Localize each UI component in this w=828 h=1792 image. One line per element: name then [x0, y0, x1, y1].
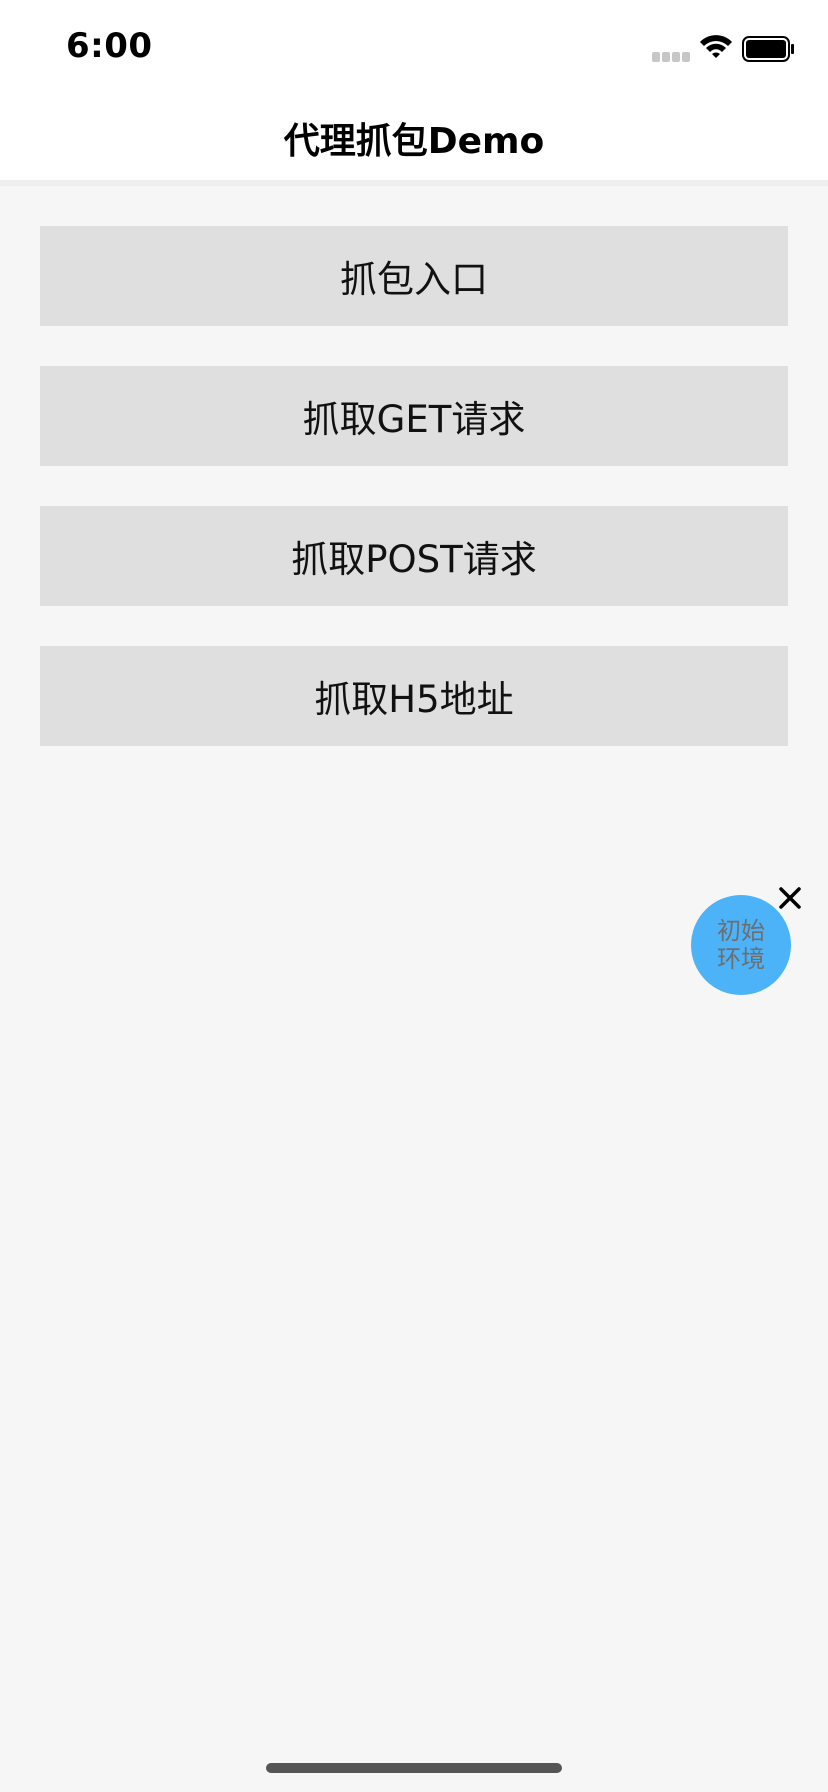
- capture-post-request-button[interactable]: 抓取POST请求: [40, 506, 788, 606]
- capture-get-request-button[interactable]: 抓取GET请求: [40, 366, 788, 466]
- wifi-icon: [700, 35, 732, 58]
- capture-h5-label: 抓取H5地址: [314, 678, 514, 721]
- capture-get-label: 抓取GET请求: [302, 398, 526, 441]
- header-divider: [0, 180, 828, 186]
- close-icon[interactable]: [775, 883, 805, 913]
- status-time: 6:00: [66, 26, 153, 66]
- page-title: 代理抓包Demo: [283, 121, 545, 162]
- capture-h5-url-button[interactable]: 抓取H5地址: [40, 646, 788, 746]
- home-indicator[interactable]: [266, 1763, 562, 1773]
- capture-entry-button[interactable]: 抓包入口: [40, 226, 788, 326]
- capture-entry-label: 抓包入口: [340, 258, 488, 301]
- cellular-signal-icon: [652, 52, 692, 62]
- capture-post-label: 抓取POST请求: [291, 538, 537, 581]
- environment-label: 初始环境: [717, 917, 765, 973]
- battery-icon: [742, 36, 794, 62]
